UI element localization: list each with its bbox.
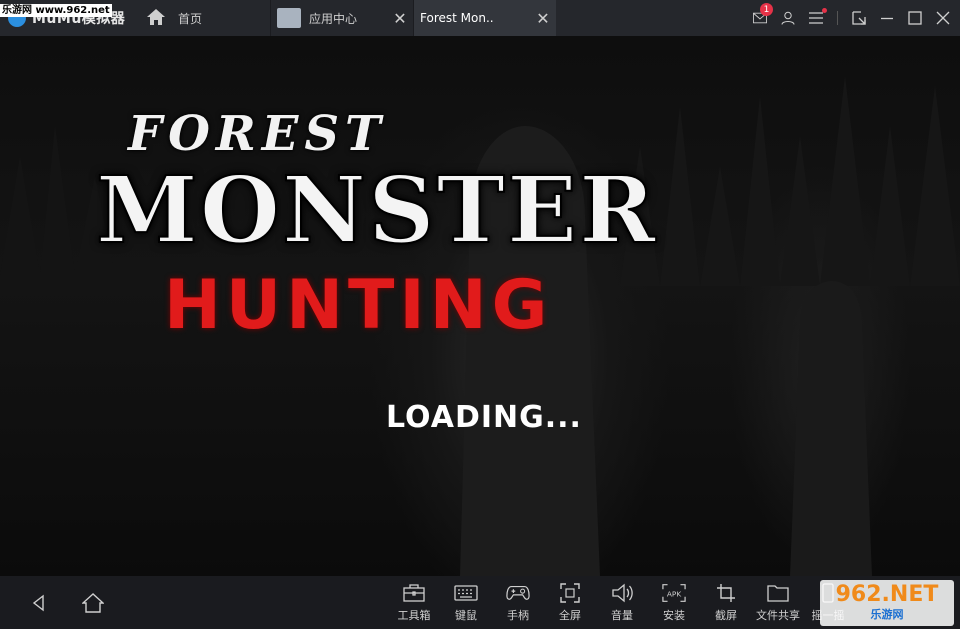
- notification-dot: [822, 8, 827, 13]
- back-button[interactable]: [26, 590, 52, 616]
- title-bar: MuMu模拟器 乐游网 www.962.net 首页 应用中心 ✕ Forest…: [0, 0, 960, 576]
- gamepad-icon: [506, 582, 530, 604]
- minimize-icon[interactable]: [880, 11, 894, 25]
- apk-install-icon: APK: [662, 582, 686, 604]
- tool-label: 截屏: [715, 609, 737, 622]
- tool-label: 全屏: [559, 609, 581, 622]
- crop-icon: [714, 582, 738, 604]
- fullscreen-icon: [558, 582, 582, 604]
- game-title-forest: FOREST: [128, 106, 387, 162]
- toolbox-icon: [402, 582, 426, 604]
- tool-label: 键鼠: [455, 609, 477, 622]
- volume-icon: [610, 582, 634, 604]
- close-window-icon[interactable]: [936, 11, 950, 25]
- keyboard-mouse-button[interactable]: 键鼠: [438, 582, 494, 623]
- loading-text: LOADING...: [386, 400, 582, 435]
- watermark-main: 962.NET: [835, 582, 939, 607]
- game-title-monster: MONSTER: [95, 156, 658, 264]
- tool-label: 工具箱: [397, 609, 431, 622]
- tool-label: 安装: [663, 609, 685, 622]
- mail-icon[interactable]: 1: [753, 3, 773, 25]
- tab-label: 应用中心: [309, 11, 358, 26]
- install-apk-button[interactable]: APK 安装: [646, 582, 702, 623]
- site-watermark-logo: 962.NET 乐游网: [820, 580, 954, 626]
- watermark-sub: 乐游网: [870, 608, 904, 621]
- site-watermark: 乐游网 www.962.net: [0, 4, 112, 17]
- tab-forest-monster[interactable]: Forest Mon.. ✕: [0, 0, 960, 576]
- svg-text:APK: APK: [667, 590, 681, 599]
- maximize-icon[interactable]: [908, 11, 922, 25]
- back-icon: [32, 594, 44, 612]
- android-home-icon: [82, 593, 104, 613]
- tool-label: 音量: [611, 609, 633, 622]
- message-count-badge: 1: [760, 3, 773, 16]
- home-icon: [146, 8, 166, 29]
- tab-label: Forest Mon..: [420, 11, 494, 25]
- tool-label: 手柄: [507, 609, 529, 622]
- app-center-icon: [277, 8, 301, 28]
- user-icon[interactable]: [781, 11, 795, 25]
- folder-icon: [766, 582, 790, 604]
- fullscreen-button[interactable]: 全屏: [542, 582, 598, 623]
- tab-app-center[interactable]: 应用中心 ✕: [270, 0, 413, 36]
- volume-button[interactable]: 音量: [594, 582, 650, 623]
- window-controls: 1: [753, 0, 960, 36]
- file-share-button[interactable]: 文件共享: [750, 582, 806, 623]
- toolbox-button[interactable]: 工具箱: [386, 582, 442, 623]
- divider: [837, 11, 838, 25]
- close-icon[interactable]: ✕: [536, 9, 550, 28]
- game-title-hunting: HUNTING: [164, 266, 553, 345]
- bottom-toolbar: 工具箱 键鼠 手柄 全屏 音量 APK 安装 截屏 文件共享 962.NET 乐…: [0, 576, 960, 629]
- home-button[interactable]: [80, 590, 106, 616]
- tab-home-label: 首页: [178, 11, 203, 26]
- tab-home[interactable]: 首页: [138, 0, 270, 36]
- menu-icon[interactable]: [809, 8, 827, 25]
- keyboard-icon: [454, 582, 478, 604]
- gamepad-button[interactable]: 手柄: [490, 582, 546, 623]
- screenshot-button[interactable]: 截屏: [698, 582, 754, 623]
- tool-label: 文件共享: [756, 609, 800, 622]
- app-brand: MuMu模拟器 乐游网 www.962.net: [0, 0, 138, 36]
- game-screen[interactable]: FOREST MONSTER HUNTING LOADING...: [0, 36, 960, 576]
- close-icon[interactable]: ✕: [393, 9, 407, 28]
- screen-record-icon[interactable]: [852, 11, 866, 25]
